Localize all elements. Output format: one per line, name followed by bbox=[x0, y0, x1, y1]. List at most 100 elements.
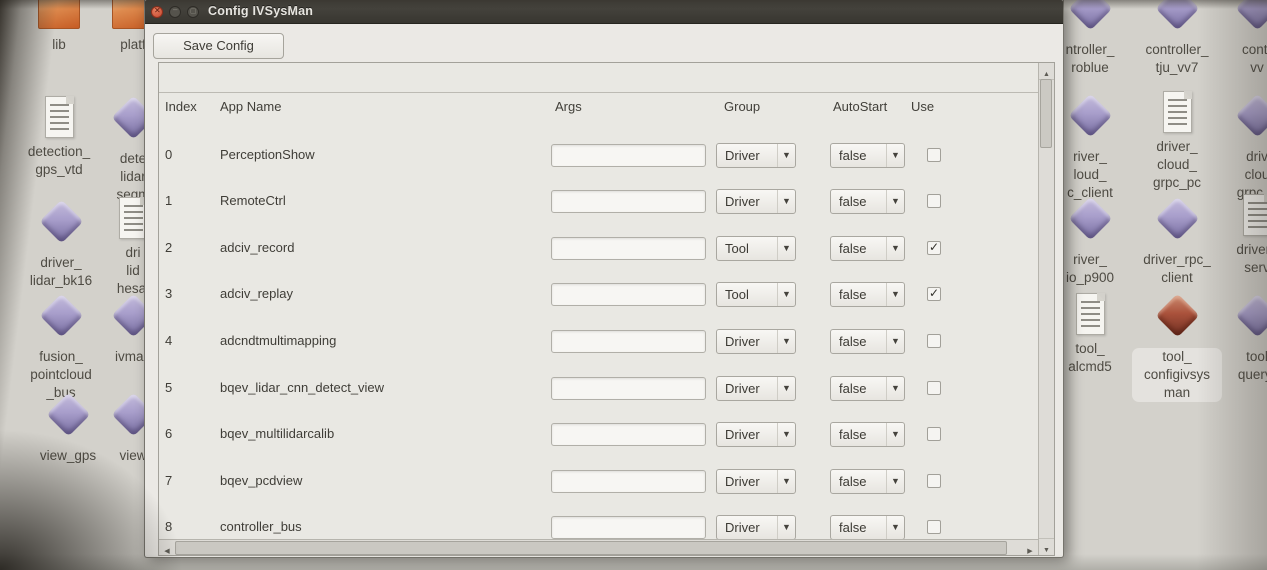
args-input[interactable] bbox=[551, 516, 706, 539]
column-header-group: Group bbox=[724, 99, 760, 114]
row-index: 3 bbox=[165, 286, 172, 301]
group-select-value: Tool bbox=[725, 241, 749, 256]
table-row: 2 adciv_record Tool ▼ false ▼ bbox=[159, 225, 1024, 272]
group-select[interactable]: Tool ▼ bbox=[716, 236, 796, 261]
group-select[interactable]: Driver ▼ bbox=[716, 422, 796, 447]
args-input[interactable] bbox=[551, 423, 706, 446]
use-checkbox[interactable] bbox=[927, 148, 941, 162]
column-header-app-name: App Name bbox=[220, 99, 281, 114]
args-input[interactable] bbox=[551, 144, 706, 167]
diamond-icon bbox=[38, 300, 84, 346]
use-checkbox[interactable] bbox=[927, 381, 941, 395]
vertical-scrollbar[interactable] bbox=[1038, 63, 1054, 555]
header-divider bbox=[159, 92, 1038, 93]
row-app-name: adciv_record bbox=[220, 240, 294, 255]
row-app-name: bqev_pcdview bbox=[220, 473, 302, 488]
desktop-icon[interactable]: driver_rpc_client bbox=[1132, 196, 1222, 287]
group-select[interactable]: Driver ▼ bbox=[716, 329, 796, 354]
use-checkbox[interactable] bbox=[927, 474, 941, 488]
group-select[interactable]: Driver ▼ bbox=[716, 189, 796, 214]
diamond-icon bbox=[38, 206, 84, 252]
chevron-down-icon: ▼ bbox=[777, 144, 795, 167]
args-input[interactable] bbox=[551, 377, 706, 400]
document-icon bbox=[1154, 90, 1200, 136]
scroll-down-arrow-icon[interactable] bbox=[1039, 538, 1054, 555]
group-select[interactable]: Driver ▼ bbox=[716, 376, 796, 401]
row-app-name: bqev_multilidarcalib bbox=[220, 426, 334, 441]
desktop-icon[interactable]: toolqueryr bbox=[1212, 293, 1267, 384]
autostart-select-value: false bbox=[839, 520, 866, 535]
desktop-icon-label: driver_serv bbox=[1212, 241, 1267, 277]
group-select[interactable]: Driver ▼ bbox=[716, 143, 796, 168]
autostart-select[interactable]: false ▼ bbox=[830, 282, 905, 307]
autostart-select[interactable]: false ▼ bbox=[830, 329, 905, 354]
diamond-icon bbox=[1234, 0, 1267, 39]
row-app-name: adcndtmultimapping bbox=[220, 333, 336, 348]
maximize-button[interactable] bbox=[187, 6, 199, 18]
use-checkbox[interactable] bbox=[927, 427, 941, 441]
chevron-down-icon: ▼ bbox=[777, 283, 795, 306]
group-select[interactable]: Driver ▼ bbox=[716, 469, 796, 494]
use-checkbox[interactable] bbox=[927, 194, 941, 208]
save-config-button[interactable]: Save Config bbox=[153, 33, 284, 59]
diamond-icon bbox=[1154, 0, 1200, 39]
horizontal-scrollbar-thumb[interactable] bbox=[175, 541, 1007, 555]
window-titlebar[interactable]: Config IVSysMan bbox=[145, 0, 1063, 24]
close-button[interactable] bbox=[151, 6, 163, 18]
table-row: 3 adciv_replay Tool ▼ false ▼ bbox=[159, 271, 1024, 318]
horizontal-scrollbar[interactable] bbox=[159, 539, 1038, 555]
args-input[interactable] bbox=[551, 190, 706, 213]
desktop-icon[interactable]: contrvv bbox=[1212, 0, 1267, 77]
row-index: 6 bbox=[165, 426, 172, 441]
desktop-icon[interactable]: driver_cloud_grpc_pc bbox=[1132, 90, 1222, 192]
desktop-icon[interactable]: tool_configivsysman bbox=[1132, 293, 1222, 402]
chevron-down-icon: ▼ bbox=[886, 470, 904, 493]
document-icon bbox=[1067, 292, 1113, 338]
row-app-name: RemoteCtrl bbox=[220, 193, 286, 208]
use-checkbox[interactable] bbox=[927, 334, 941, 348]
window-title: Config IVSysMan bbox=[208, 4, 313, 18]
diamond-icon bbox=[1067, 100, 1113, 146]
scroll-left-arrow-icon[interactable] bbox=[159, 540, 175, 555]
table-row: 1 RemoteCtrl Driver ▼ false ▼ bbox=[159, 178, 1024, 225]
table-row: 6 bqev_multilidarcalib Driver ▼ false ▼ bbox=[159, 411, 1024, 458]
autostart-select[interactable]: false ▼ bbox=[830, 143, 905, 168]
chevron-down-icon: ▼ bbox=[777, 190, 795, 213]
row-index: 1 bbox=[165, 193, 172, 208]
autostart-select[interactable]: false ▼ bbox=[830, 236, 905, 261]
args-input[interactable] bbox=[551, 237, 706, 260]
autostart-select[interactable]: false ▼ bbox=[830, 515, 905, 540]
autostart-select-value: false bbox=[839, 474, 866, 489]
chevron-down-icon: ▼ bbox=[886, 144, 904, 167]
desktop-icon[interactable]: driver_serv bbox=[1212, 193, 1267, 277]
group-select[interactable]: Tool ▼ bbox=[716, 282, 796, 307]
vertical-scrollbar-thumb[interactable] bbox=[1040, 79, 1052, 148]
diamond-icon bbox=[1067, 0, 1113, 39]
group-select[interactable]: Driver ▼ bbox=[716, 515, 796, 540]
column-header-autostart: AutoStart bbox=[833, 99, 887, 114]
minimize-button[interactable] bbox=[169, 6, 181, 18]
chevron-down-icon: ▼ bbox=[777, 470, 795, 493]
autostart-select-value: false bbox=[839, 381, 866, 396]
chevron-down-icon: ▼ bbox=[886, 190, 904, 213]
args-input[interactable] bbox=[551, 470, 706, 493]
table-scroll-area: Index App Name Args Group AutoStart Use … bbox=[158, 62, 1055, 556]
desktop-icon[interactable]: controller_tju_vv7 bbox=[1132, 0, 1222, 77]
scroll-up-arrow-icon[interactable] bbox=[1039, 63, 1054, 80]
use-checkbox[interactable] bbox=[927, 241, 941, 255]
autostart-select[interactable]: false ▼ bbox=[830, 469, 905, 494]
autostart-select[interactable]: false ▼ bbox=[830, 189, 905, 214]
desktop-icon-label: contrvv bbox=[1212, 41, 1267, 77]
autostart-select-value: false bbox=[839, 148, 866, 163]
scroll-right-arrow-icon[interactable] bbox=[1022, 540, 1038, 555]
use-checkbox[interactable] bbox=[927, 520, 941, 534]
autostart-select[interactable]: false ▼ bbox=[830, 376, 905, 401]
desktop-icon[interactable]: drivclougrpc_s bbox=[1212, 93, 1267, 202]
chevron-down-icon: ▼ bbox=[777, 377, 795, 400]
table-row: 5 bqev_lidar_cnn_detect_view Driver ▼ fa… bbox=[159, 365, 1024, 412]
use-checkbox[interactable] bbox=[927, 287, 941, 301]
args-input[interactable] bbox=[551, 330, 706, 353]
args-input[interactable] bbox=[551, 283, 706, 306]
autostart-select[interactable]: false ▼ bbox=[830, 422, 905, 447]
chevron-down-icon: ▼ bbox=[886, 377, 904, 400]
